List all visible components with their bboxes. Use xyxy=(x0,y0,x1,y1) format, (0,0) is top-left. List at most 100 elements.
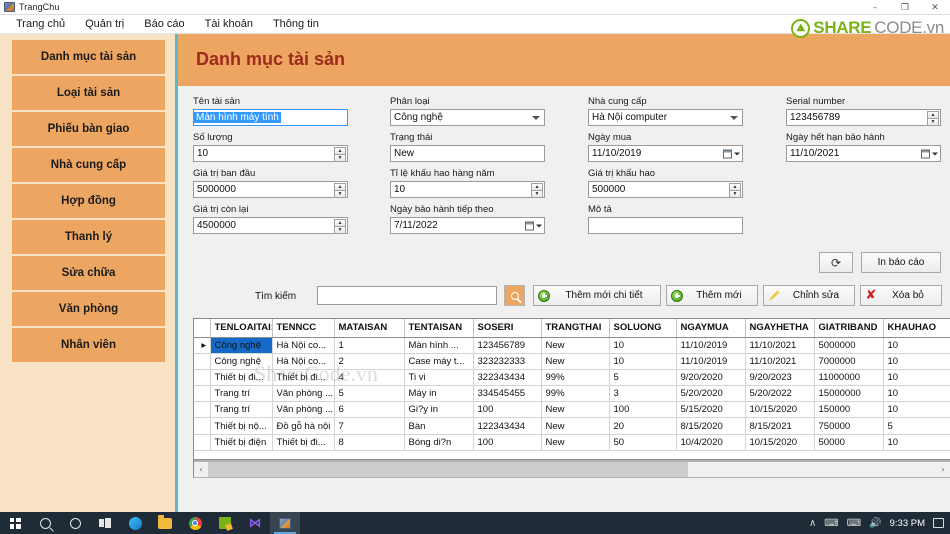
cell-ngaymua[interactable]: 8/15/2020 xyxy=(676,417,746,435)
sidebar-item-thanh-ly[interactable]: Thanh lý xyxy=(12,220,165,254)
sidebar-item-phieu-ban-giao[interactable]: Phiếu bàn giao xyxy=(12,112,165,146)
cell-khauhao[interactable]: 10 xyxy=(883,369,950,387)
cell-khauhao[interactable]: 5 xyxy=(883,417,950,435)
cell-ngayhethan[interactable]: 10/15/2020 xyxy=(745,401,815,419)
spinner-down-icon[interactable]: ▼ xyxy=(334,227,346,234)
spinner-down-icon[interactable]: ▼ xyxy=(334,191,346,198)
refresh-button[interactable]: ⟳ xyxy=(819,252,853,273)
cell-tentaisan[interactable]: Máy in xyxy=(404,385,474,403)
cell-ngayhethan[interactable]: 8/15/2021 xyxy=(745,417,815,435)
table-row[interactable]: Trang trí Văn phòng ... 5 Máy in 3345454… xyxy=(194,385,950,403)
column-header-mataisan[interactable]: MATAISAN xyxy=(334,319,405,338)
cell-trangthai[interactable]: 99% xyxy=(541,369,610,387)
cell-mataisan[interactable]: 1 xyxy=(334,337,405,354)
datepicker-ngay-mua[interactable]: 11/10/2019 xyxy=(588,145,743,162)
tray-volume-icon[interactable]: 🔊 xyxy=(869,518,881,529)
grid-horizontal-scrollbar[interactable]: ‹ › xyxy=(193,460,950,478)
input-so-luong[interactable]: 10 ▲ ▼ xyxy=(193,145,348,162)
cell-tenncc[interactable]: Văn phòng ... xyxy=(272,385,335,403)
cell-soseri[interactable]: 100 xyxy=(473,401,542,419)
cell-tentaisan[interactable]: Gi?y in xyxy=(404,401,474,419)
cell-trangthai[interactable]: New xyxy=(541,353,610,370)
cell-khauhao[interactable]: 10 xyxy=(883,401,950,419)
cell-soluong[interactable]: 10 xyxy=(609,337,677,354)
cell-soseri[interactable]: 334545455 xyxy=(473,385,542,403)
add-new-button[interactable]: Thêm mới xyxy=(666,285,758,306)
datepicker-ngay-het-han-bao-hanh[interactable]: 11/10/2021 xyxy=(786,145,941,162)
spinner-up-icon[interactable]: ▲ xyxy=(334,147,346,155)
input-trang-thai[interactable]: New xyxy=(390,145,545,162)
cell-ngaymua[interactable]: 9/20/2020 xyxy=(676,369,746,387)
cell-tentaisan[interactable]: Case máy t... xyxy=(404,353,474,370)
spinner-down-icon[interactable]: ▼ xyxy=(334,155,346,162)
cell-khauhao[interactable]: 10 xyxy=(883,353,950,370)
menu-item-thong-tin[interactable]: Thông tin xyxy=(263,15,329,34)
spinner-ti-le-khau-hao[interactable]: ▲ ▼ xyxy=(531,183,543,198)
cell-tenloaitaisan[interactable]: Trang trí xyxy=(210,401,273,419)
cell-tentaisan[interactable]: Màn hình ... xyxy=(404,337,474,354)
spinner-down-icon[interactable]: ▼ xyxy=(927,119,939,126)
column-header-soluong[interactable]: SOLUONG xyxy=(609,319,677,338)
spinner-up-icon[interactable]: ▲ xyxy=(334,219,346,227)
active-app-button[interactable] xyxy=(270,512,300,534)
column-header-soseri[interactable]: SOSERI xyxy=(473,319,542,338)
input-serial-number[interactable]: 123456789 ▲ ▼ xyxy=(786,109,941,126)
file-explorer-button[interactable] xyxy=(150,512,180,534)
cell-soseri[interactable]: 323232333 xyxy=(473,353,542,370)
cell-mataisan[interactable]: 2 xyxy=(334,353,405,370)
input-ti-le-khau-hao[interactable]: 10 ▲ ▼ xyxy=(390,181,545,198)
cell-tenloaitaisan[interactable]: Công nghệ xyxy=(210,337,273,354)
cell-ngayhethan[interactable]: 5/20/2022 xyxy=(745,385,815,403)
select-phan-loai[interactable]: Công nghệ xyxy=(390,109,545,126)
cell-trangthai[interactable]: 99% xyxy=(541,385,610,403)
input-mo-ta[interactable] xyxy=(588,217,743,234)
cell-tenloaitaisan[interactable]: Thiết bị đi... xyxy=(210,369,273,387)
cell-trangthai[interactable]: New xyxy=(541,337,610,354)
menu-item-bao-cao[interactable]: Báo cáo xyxy=(134,15,194,34)
table-row[interactable]: Công nghệ Hà Nội co... 2 Case máy t... 3… xyxy=(194,353,950,370)
cell-soseri[interactable]: 322343434 xyxy=(473,369,542,387)
notification-icon[interactable] xyxy=(933,518,944,528)
cell-ngaymua[interactable]: 5/20/2020 xyxy=(676,385,746,403)
search-input[interactable] xyxy=(317,286,497,305)
cell-ngaymua[interactable]: 10/4/2020 xyxy=(676,434,746,451)
tray-chevron-icon[interactable]: ∧ xyxy=(809,518,816,529)
cell-tenncc[interactable]: Thiết bị đi... xyxy=(272,369,335,387)
cell-mataisan[interactable]: 5 xyxy=(334,385,405,403)
table-row[interactable]: Thiết bị nộ... Đồ gỗ hà nội 7 Bàn 122343… xyxy=(194,417,950,435)
cell-giatribandau[interactable]: 15000000 xyxy=(814,385,884,403)
cell-trangthai[interactable]: New xyxy=(541,401,610,419)
sidebar-item-loai-tai-san[interactable]: Loại tài sản xyxy=(12,76,165,110)
add-detail-button[interactable]: Thêm mới chi tiết xyxy=(533,285,661,306)
input-gia-tri-con-lai[interactable]: 4500000 ▲ ▼ xyxy=(193,217,348,234)
column-header-giatribandau[interactable]: GIATRIBAND xyxy=(814,319,884,338)
cell-ngayhethan[interactable]: 10/15/2020 xyxy=(745,434,815,451)
cell-khauhao[interactable]: 10 xyxy=(883,385,950,403)
column-header-tenloaitaisan[interactable]: TENLOAITAI: xyxy=(210,319,273,338)
cell-giatribandau[interactable]: 50000 xyxy=(814,434,884,451)
cell-mataisan[interactable]: 7 xyxy=(334,417,405,435)
sidebar-item-danh-muc-tai-san[interactable]: Danh mục tài sản xyxy=(12,40,165,74)
cell-giatribandau[interactable]: 5000000 xyxy=(814,337,884,354)
edge-button[interactable] xyxy=(120,512,150,534)
edit-button[interactable]: Chỉnh sửa xyxy=(763,285,855,306)
column-header-tenncc[interactable]: TENNCC xyxy=(272,319,335,338)
menu-item-tai-khoan[interactable]: Tài khoản xyxy=(195,15,263,34)
start-button[interactable] xyxy=(0,512,30,534)
scrollbar-thumb[interactable] xyxy=(208,461,688,477)
table-row[interactable]: ▸ Công nghệ Hà Nội co... 1 Màn hình ... … xyxy=(194,337,950,354)
cell-ngayhethan[interactable]: 11/10/2021 xyxy=(745,337,815,354)
cell-tenncc[interactable]: Thiết bị đi... xyxy=(272,434,335,451)
cell-soluong[interactable]: 50 xyxy=(609,434,677,451)
cell-khauhao[interactable]: 10 xyxy=(883,337,950,354)
cell-tenloaitaisan[interactable]: Thiết bị nộ... xyxy=(210,417,273,435)
column-header-ngaymua[interactable]: NGAYMUA xyxy=(676,319,746,338)
cell-mataisan[interactable]: 4 xyxy=(334,369,405,387)
spinner-up-icon[interactable]: ▲ xyxy=(531,183,543,191)
column-header-trangthai[interactable]: TRANGTHAI xyxy=(541,319,610,338)
tray-display-icon[interactable]: ⌨ xyxy=(847,518,861,529)
table-row[interactable]: Thiết bị đi... Thiết bị đi... 4 Ti vi 32… xyxy=(194,369,950,387)
cell-soluong[interactable]: 20 xyxy=(609,417,677,435)
cell-tentaisan[interactable]: Ti vi xyxy=(404,369,474,387)
search-button[interactable] xyxy=(504,285,525,306)
